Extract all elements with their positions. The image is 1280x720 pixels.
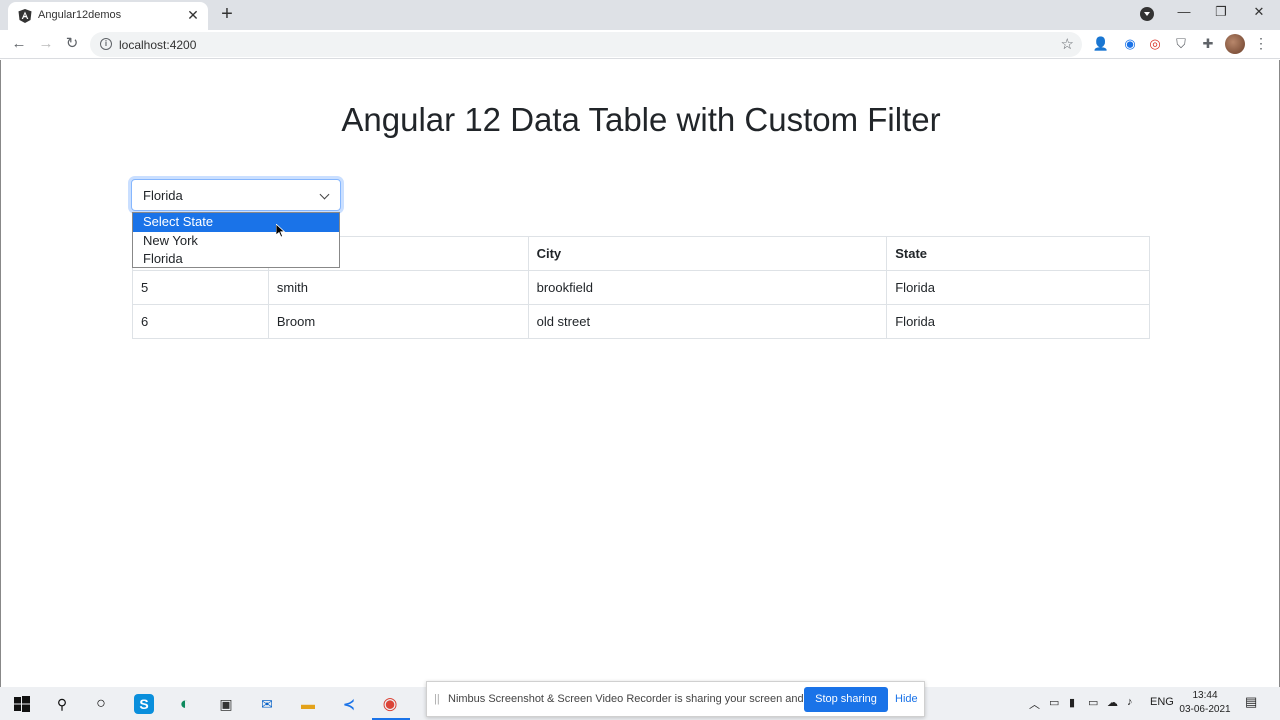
- page-title: Angular 12 Data Table with Custom Filter: [341, 101, 941, 138]
- store-icon[interactable]: ▣: [216, 694, 236, 714]
- bookmark-star-icon[interactable]: ☆: [1061, 35, 1074, 53]
- table-cell: old street: [527, 304, 888, 339]
- tray-expand-icon[interactable]: ︿: [1029, 696, 1040, 712]
- extension-na-icon[interactable]: ◉: [1121, 35, 1139, 53]
- table-cell: smith: [267, 270, 529, 305]
- table-row: 5 smith brookfield Florida: [132, 270, 1150, 305]
- table-cell: Broom: [267, 304, 529, 339]
- notifications-icon[interactable]: ▤: [1245, 694, 1257, 710]
- table-cell: brookfield: [527, 270, 888, 305]
- clock-time: 13:44: [1192, 690, 1218, 701]
- back-arrow-icon[interactable]: ←: [10, 35, 28, 53]
- extension-record-icon[interactable]: ◎: [1146, 35, 1164, 53]
- state-dropdown-list: Select State New York Florida: [132, 212, 340, 268]
- share-message: Nimbus Screenshot & Screen Video Recorde…: [448, 693, 837, 705]
- tab-strip: Angular12demos ✕ + — ❐ ✕: [0, 0, 1280, 30]
- column-header-city: City: [527, 236, 888, 271]
- skype-icon[interactable]: S: [134, 694, 154, 714]
- edge-browser-icon[interactable]: ◐: [175, 694, 195, 714]
- table-row: 6 Broom old street Florida: [132, 304, 1150, 339]
- table-cell: Florida: [886, 270, 1150, 305]
- mail-icon[interactable]: ✉: [257, 694, 277, 714]
- angular-logo-icon: [18, 9, 32, 23]
- address-bar[interactable]: i localhost:4200 ☆: [90, 32, 1082, 57]
- language-indicator[interactable]: ENG: [1150, 696, 1174, 708]
- window-close-button[interactable]: ✕: [1249, 4, 1269, 20]
- profile-avatar[interactable]: [1225, 34, 1245, 54]
- screen-share-bar: || Nimbus Screenshot & Screen Video Reco…: [426, 681, 925, 717]
- browser-toolbar: ← → ↻ i localhost:4200 ☆: [0, 30, 1280, 59]
- column-header-state: State: [886, 236, 1150, 271]
- state-select-value: Florida: [143, 188, 183, 203]
- tray-app-icon[interactable]: ▭: [1049, 696, 1059, 709]
- state-option-new-york[interactable]: New York: [133, 232, 339, 251]
- volume-icon[interactable]: ♪: [1127, 696, 1133, 708]
- page-content: Angular 12 Data Table with Custom Filter…: [0, 60, 1280, 687]
- tray-usb-icon[interactable]: ▮: [1069, 696, 1075, 709]
- vscode-icon[interactable]: ≺: [339, 694, 359, 714]
- windows-start-icon[interactable]: [12, 694, 32, 714]
- browser-menu-icon[interactable]: ⋮: [1254, 35, 1268, 52]
- cortana-icon[interactable]: ○: [91, 694, 111, 714]
- extension-person-icon[interactable]: 👤: [1092, 35, 1110, 53]
- url-text: localhost:4200: [119, 38, 197, 52]
- state-option-select-state[interactable]: Select State: [133, 213, 339, 232]
- table-cell: 6: [132, 304, 269, 339]
- system-clock[interactable]: 13:44 03-06-2021: [1178, 689, 1232, 717]
- browser-tab[interactable]: Angular12demos ✕: [8, 2, 208, 30]
- state-option-florida[interactable]: Florida: [133, 250, 339, 269]
- hide-button[interactable]: Hide: [895, 693, 918, 705]
- file-explorer-icon[interactable]: ▬: [298, 694, 318, 714]
- onedrive-icon[interactable]: ☁: [1107, 696, 1118, 709]
- reload-icon[interactable]: ↻: [63, 35, 81, 53]
- tab-close-icon[interactable]: ✕: [184, 6, 202, 24]
- chevron-down-icon: [319, 189, 330, 200]
- new-tab-button[interactable]: +: [216, 3, 238, 25]
- tab-title: Angular12demos: [38, 9, 122, 21]
- battery-icon[interactable]: ▭: [1088, 696, 1098, 709]
- stop-sharing-button[interactable]: Stop sharing: [804, 687, 888, 712]
- clock-date: 03-06-2021: [1179, 704, 1231, 715]
- drag-handle-icon[interactable]: ||: [434, 693, 440, 705]
- extension-shield-icon[interactable]: ⛉: [1172, 35, 1190, 53]
- extensions-puzzle-icon[interactable]: ✚: [1199, 35, 1217, 53]
- search-icon[interactable]: ⚲: [52, 694, 72, 714]
- restore-button[interactable]: ❐: [1211, 4, 1231, 20]
- table-cell: 5: [132, 270, 269, 305]
- tab-search-icon[interactable]: [1140, 7, 1154, 21]
- state-select[interactable]: Florida: [131, 179, 341, 211]
- forward-arrow-icon[interactable]: →: [37, 35, 55, 53]
- minimize-button[interactable]: —: [1174, 4, 1194, 19]
- table-cell: Florida: [886, 304, 1150, 339]
- chrome-icon[interactable]: ◉: [380, 694, 400, 714]
- mouse-cursor-icon: [276, 224, 286, 238]
- site-info-icon[interactable]: i: [100, 38, 112, 50]
